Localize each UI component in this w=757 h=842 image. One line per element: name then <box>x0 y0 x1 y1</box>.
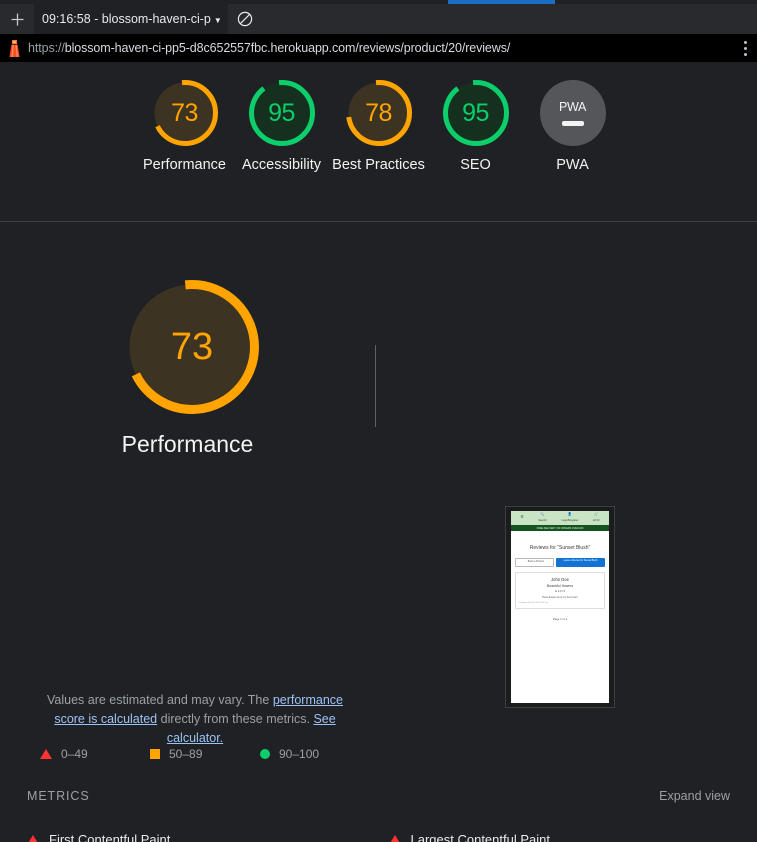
review-author: John Doe <box>551 576 569 582</box>
new-report-button[interactable] <box>0 4 34 34</box>
performance-hero: 73 Performance ☰ 🔍 Search 👤 Login/Register… <box>0 223 757 708</box>
legend-item-square: 50–89 <box>150 747 260 761</box>
score-legend: 0–49 50–89 90–100 <box>40 747 380 761</box>
review-title: Beautiful flowers <box>546 583 574 588</box>
metrics-grid: First Contentful Paint3.5 s Largest Conte… <box>0 819 757 842</box>
legend-range: 90–100 <box>279 747 320 761</box>
back-to-product-button: ← Back to Product <box>515 557 554 567</box>
metrics-header: METRICS Expand view <box>0 789 757 803</box>
nav-account: 👤 Login/Register <box>561 512 579 522</box>
delivery-banner-text: FREE DELIVERY ON ORDERS OVER £50 <box>536 526 584 530</box>
category-gauge-seo[interactable]: 95 SEO <box>427 80 524 221</box>
gauge-score: 95 <box>268 98 295 127</box>
gauge-ring: 95 <box>442 80 509 146</box>
metrics-title: METRICS <box>27 789 90 803</box>
site-body: Reviews for "Sunset Blush" ← Back to Pro… <box>511 531 609 626</box>
pwa-badge: PWA <box>539 80 606 146</box>
triangle-status-icon <box>27 834 39 842</box>
pwa-label-icon: PWA <box>558 100 587 114</box>
circle-swatch-icon <box>260 749 270 759</box>
category-gauge-performance[interactable]: 73 Performance <box>136 80 233 221</box>
reviews-heading: Reviews for "Sunset Blush" <box>529 545 591 551</box>
section-divider <box>375 345 376 427</box>
screenshot-content: ☰ 🔍 Search 👤 Login/Register 🛒 £0.00 FREE DE… <box>511 511 609 703</box>
review-rating: ★ 4.0 / 5 <box>554 589 566 593</box>
legend-item-circle: 90–100 <box>260 747 370 761</box>
legend-range: 0–49 <box>61 747 88 761</box>
gauge-ring: 78 <box>345 80 412 146</box>
gauge-ring: 73 <box>151 80 218 146</box>
category-score-summary: 73 Performance 95 Accessibility 78 Best Pract… <box>0 62 757 222</box>
expand-view-toggle[interactable]: Expand view <box>659 789 730 803</box>
url-scheme: https:// <box>28 41 65 55</box>
clear-report-button[interactable] <box>228 4 262 34</box>
category-gauge-pwa[interactable]: PWA PWA <box>524 80 621 221</box>
score-note: Values are estimated and may vary. The p… <box>30 691 360 748</box>
report-url-bar: https://blossom-haven-ci-pp5-d8c652557fb… <box>0 34 757 62</box>
square-swatch-icon <box>150 749 160 759</box>
review-meta: Posted on Feb 03, 2025 09:07 a.m. <box>519 601 549 604</box>
metric-item[interactable]: Largest Contentful Paint4.7 s <box>388 819 731 842</box>
category-gauge-label: SEO <box>460 157 491 173</box>
review-body: These flowers lit up my front room. <box>541 595 579 599</box>
legend-item-triangle: 0–49 <box>40 747 150 761</box>
nav-menu-icon: ☰ <box>520 515 524 520</box>
triangle-status-icon <box>388 834 401 842</box>
lighthouse-icon <box>0 34 28 62</box>
reviews-pagination: Page 1 of 1 <box>552 616 568 621</box>
nav-search: 🔍 Search <box>538 512 547 522</box>
category-gauge-accessibility[interactable]: 95 Accessibility <box>233 80 330 221</box>
nav-cart: 🛒 £0.00 <box>593 512 600 522</box>
pwa-dash-icon <box>561 121 584 126</box>
metric-name: First Contentful Paint <box>49 832 171 842</box>
category-gauge-label: Performance <box>142 157 226 173</box>
performance-score-value: 73 <box>170 325 214 368</box>
devtools-tab-strip: 09:16:58 - blossom-haven-ci-p ▼ <box>0 4 757 34</box>
score-note-prefix: Values are estimated and may vary. The <box>47 693 273 707</box>
report-tab-label: 09:16:58 - blossom-haven-ci-p <box>42 12 211 26</box>
chevron-down-icon[interactable]: ▼ <box>214 16 222 25</box>
gauge-score: 95 <box>462 98 489 127</box>
metric-item[interactable]: First Contentful Paint3.5 s <box>27 819 369 842</box>
category-gauge-label: Best Practices <box>332 157 425 173</box>
gauge-score: 78 <box>365 98 392 127</box>
page-screenshot-thumbnail[interactable]: ☰ 🔍 Search 👤 Login/Register 🛒 £0.00 FREE DE… <box>505 506 615 708</box>
lighthouse-report-screen: 09:16:58 - blossom-haven-ci-p ▼ https://… <box>0 0 757 842</box>
gauge-ring: 95 <box>248 80 315 146</box>
report-tab[interactable]: 09:16:58 - blossom-haven-ci-p ▼ <box>34 4 228 34</box>
score-note-middle: directly from these metrics. <box>157 712 314 726</box>
site-navbar: ☰ 🔍 Search 👤 Login/Register 🛒 £0.00 <box>511 511 609 525</box>
category-gauge-best-practices[interactable]: 78 Best Practices <box>330 80 427 221</box>
category-gauge-label: PWA <box>556 157 589 173</box>
legend-range: 50–89 <box>169 747 203 761</box>
reviews-action-row: ← Back to Product Leave a Review for Sun… <box>515 557 605 567</box>
performance-title: Performance <box>121 431 254 457</box>
leave-review-button: Leave a Review for Sunset Blush <box>555 557 605 567</box>
report-url[interactable]: https://blossom-haven-ci-pp5-d8c652557fb… <box>28 41 733 55</box>
metric-name: Largest Contentful Paint <box>410 832 550 842</box>
kebab-menu-icon[interactable] <box>733 40 757 56</box>
category-gauge-label: Accessibility <box>242 157 321 173</box>
gauge-score: 73 <box>171 98 198 127</box>
triangle-swatch-icon <box>40 749 52 759</box>
performance-section: 73 Performance ☰ 🔍 Search 👤 Login/Register… <box>0 223 757 842</box>
review-card: John Doe Beautiful flowers ★ 4.0 / 5 The… <box>515 571 605 609</box>
url-host-path: blossom-haven-ci-pp5-d8c652557fbc.heroku… <box>64 41 511 55</box>
